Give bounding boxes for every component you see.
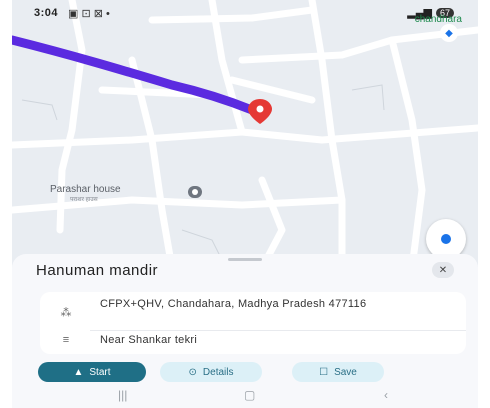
road-network: [12, 0, 478, 268]
place-bottom-sheet: Hanuman mandir ✕ ⁂ CFPX+QHV, Chandahara,…: [12, 254, 478, 408]
status-bar: 3:04 ▣ ⊡ ⊠ • ▂▄▆ 67: [12, 0, 478, 24]
plus-code-icon: ⁂: [60, 307, 72, 319]
details-button[interactable]: ⊙ Details: [160, 362, 262, 382]
info-icon: ⊙: [188, 366, 197, 378]
place-title: Hanuman mandir: [36, 262, 159, 279]
close-button[interactable]: ✕: [432, 262, 454, 278]
notes-icon: ≡: [62, 334, 70, 346]
compass-icon[interactable]: ◆: [440, 24, 458, 42]
back-icon[interactable]: ‹: [384, 388, 388, 402]
note-row[interactable]: ≡ Near Shankar tekri: [40, 334, 466, 350]
save-label: Save: [334, 366, 357, 378]
save-button[interactable]: ☐ Save: [292, 362, 384, 382]
navigation-arrow-icon: ▲: [73, 366, 84, 378]
system-nav-bar: ||| ▢ ‹: [12, 386, 478, 408]
phone-screen: 3:04 ▣ ⊡ ⊠ • ▂▄▆ 67 chandhara ◆ Parashar…: [12, 0, 478, 408]
address-text: CFPX+QHV, Chandahara, Madhya Pradesh 477…: [100, 298, 367, 310]
map-area-label: chandhara: [414, 14, 462, 25]
status-time: 3:04: [34, 7, 59, 19]
address-row[interactable]: ⁂ CFPX+QHV, Chandahara, Madhya Pradesh 4…: [40, 298, 466, 326]
bookmark-icon: ☐: [319, 366, 329, 378]
recents-icon[interactable]: |||: [118, 388, 127, 402]
notification-icons: ▣ ⊡ ⊠ •: [68, 8, 110, 20]
details-label: Details: [202, 366, 234, 378]
map-view[interactable]: 3:04 ▣ ⊡ ⊠ • ▂▄▆ 67 chandhara ◆ Parashar…: [12, 0, 478, 268]
note-text: Near Shankar tekri: [100, 334, 198, 346]
place-sublabel: पराशर हाउस: [70, 197, 98, 203]
destination-pin[interactable]: [248, 99, 272, 124]
map-canvas: [12, 0, 478, 268]
place-label[interactable]: Parashar house: [50, 184, 121, 195]
my-location-button[interactable]: [426, 219, 466, 259]
start-label: Start: [89, 366, 111, 378]
place-info-card: ⁂ CFPX+QHV, Chandahara, Madhya Pradesh 4…: [40, 292, 466, 354]
location-dot-icon: [441, 234, 451, 244]
close-icon: ✕: [438, 264, 448, 276]
place-marker-icon[interactable]: [188, 186, 202, 198]
home-icon[interactable]: ▢: [244, 388, 255, 402]
drag-handle[interactable]: [228, 258, 262, 261]
route-line: [12, 35, 257, 115]
start-button[interactable]: ▲ Start: [38, 362, 146, 382]
divider: [90, 330, 466, 331]
